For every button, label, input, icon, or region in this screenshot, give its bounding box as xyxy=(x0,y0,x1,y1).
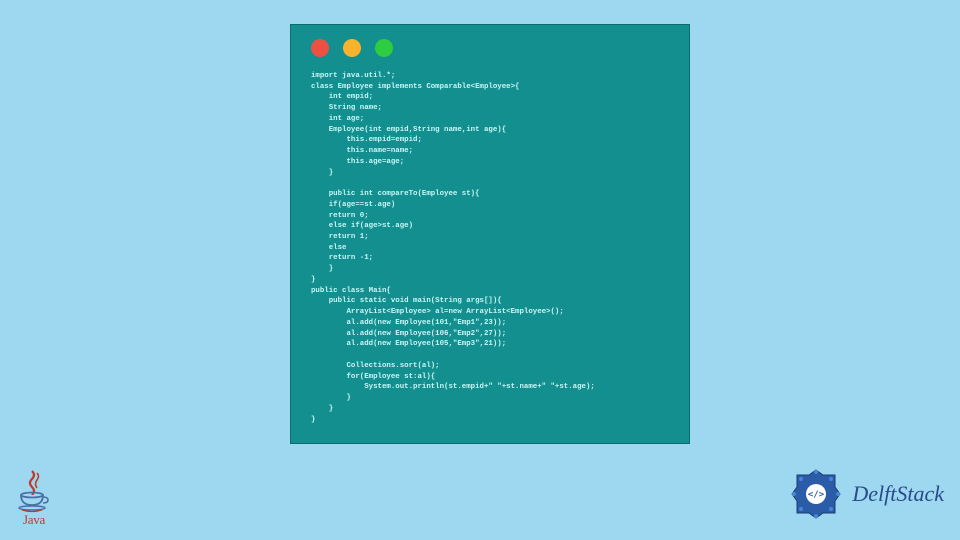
maximize-dot[interactable] xyxy=(375,39,393,57)
code-block: import java.util.*; class Employee imple… xyxy=(311,71,669,425)
minimize-dot[interactable] xyxy=(343,39,361,57)
java-label: Java xyxy=(23,512,45,528)
delftstack-label: DelftStack xyxy=(852,481,944,507)
delftstack-icon: </> xyxy=(788,466,844,522)
svg-text:</>: </> xyxy=(808,490,825,500)
java-cup-icon xyxy=(18,491,50,513)
code-window: import java.util.*; class Employee imple… xyxy=(290,24,690,444)
window-dots xyxy=(311,39,669,57)
java-logo: Java xyxy=(18,469,50,528)
delftstack-logo: </> DelftStack xyxy=(788,466,944,522)
close-dot[interactable] xyxy=(311,39,329,57)
